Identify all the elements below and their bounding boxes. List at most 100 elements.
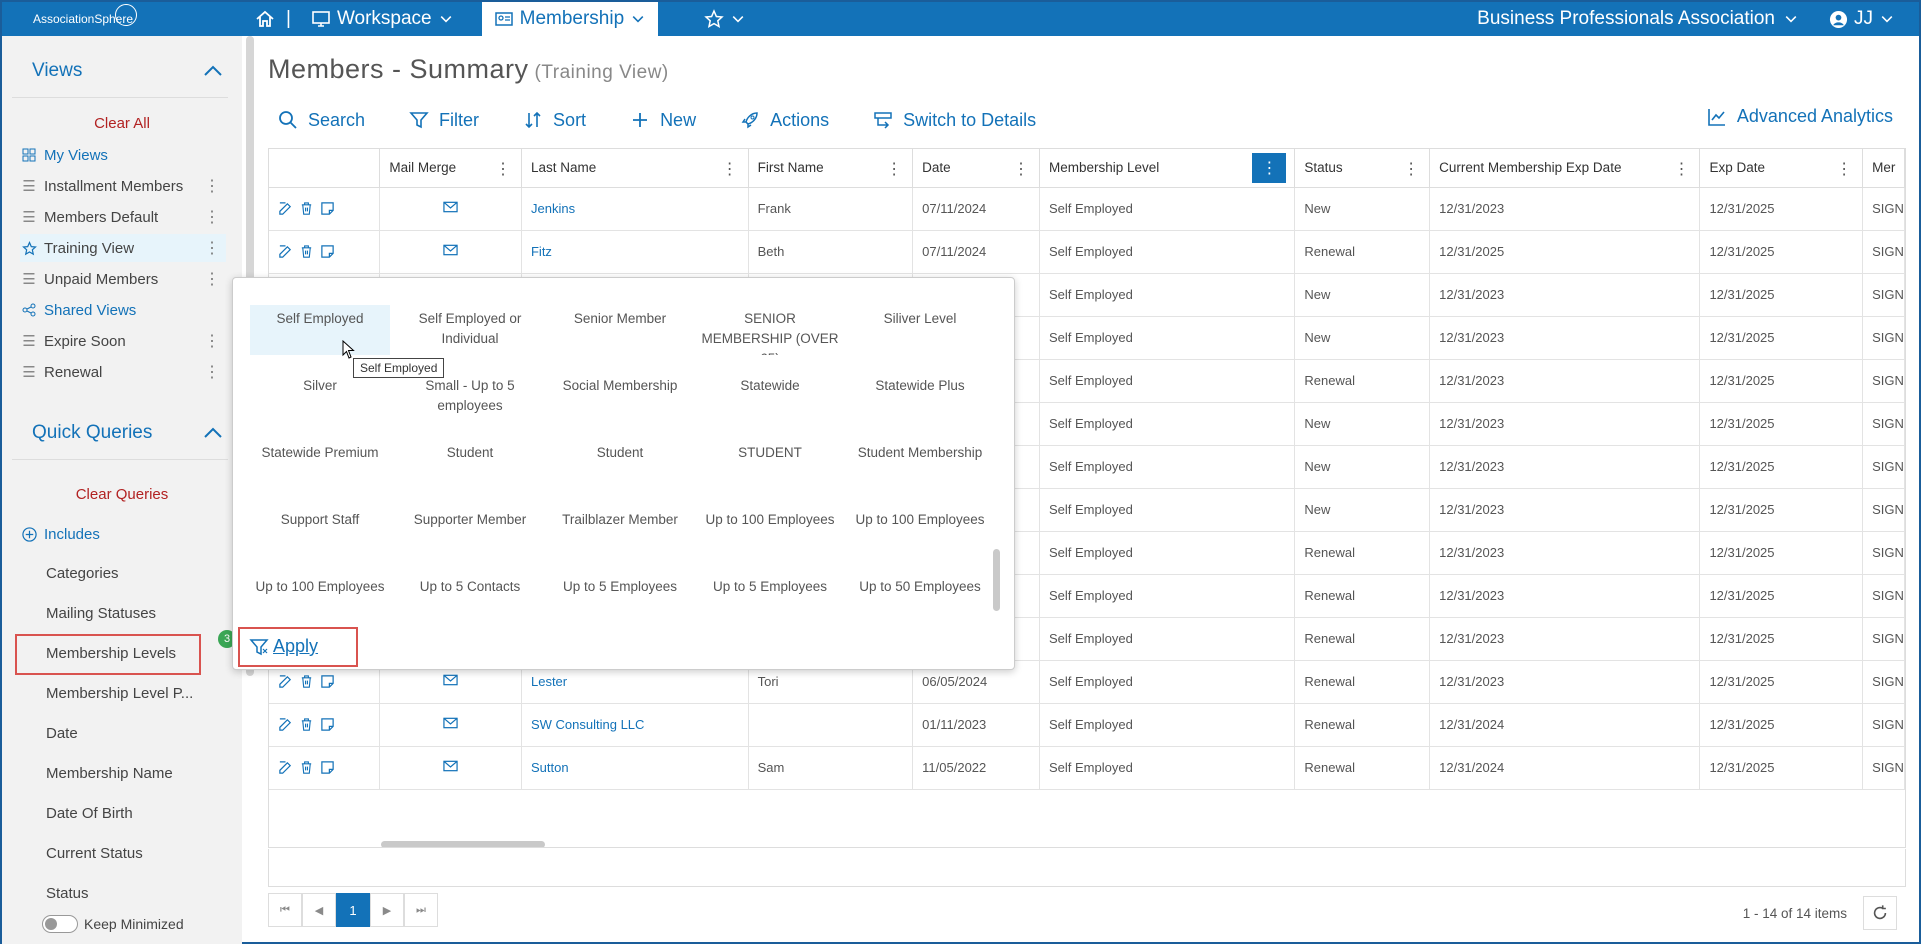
query-mailing-statuses[interactable]: Mailing Statuses: [46, 605, 156, 622]
filter-button[interactable]: Filter: [409, 110, 479, 131]
membership-level-option[interactable]: Social Membership: [550, 372, 690, 422]
membership-level-option[interactable]: Up to 100 Employees: [700, 506, 840, 556]
query-membership-level-p[interactable]: Membership Level P...: [46, 685, 193, 702]
switch-to-details-button[interactable]: Switch to Details: [873, 110, 1036, 131]
sidebar-item-members-default[interactable]: ☰ Members Default ⋮: [20, 203, 226, 231]
advanced-analytics-button[interactable]: Advanced Analytics: [1707, 106, 1893, 127]
membership-level-option[interactable]: SENIOR MEMBERSHIP (OVER 65): [700, 305, 840, 355]
nav-favorites[interactable]: [692, 2, 758, 36]
edit-icon[interactable]: [278, 760, 293, 775]
sort-button[interactable]: Sort: [523, 110, 586, 131]
kebab-menu-icon[interactable]: ⋮: [1836, 159, 1852, 179]
membership-level-option[interactable]: Up to 100 Employees: [250, 573, 390, 623]
query-membership-name[interactable]: Membership Name: [46, 765, 173, 782]
col-exp-date[interactable]: Exp Date ⋮: [1699, 149, 1864, 188]
kebab-menu-icon[interactable]: ⋮: [204, 269, 220, 289]
table-row[interactable]: Sutton Sam 11/05/2022 Self Employed Renewal 1…: [269, 746, 1905, 790]
last-page-button[interactable]: ⏭: [404, 893, 438, 927]
mail-merge-cell[interactable]: [379, 746, 522, 790]
sidebar-item-installment-members[interactable]: ☰ Installment Members ⋮: [20, 172, 226, 200]
table-row[interactable]: Fitz Beth 07/11/2024 Self Employed Renewal 12…: [269, 230, 1905, 274]
mail-merge-cell[interactable]: [379, 230, 522, 274]
membership-level-option[interactable]: Up to 5 Employees: [700, 573, 840, 623]
refresh-button[interactable]: [1863, 896, 1897, 930]
note-icon[interactable]: [320, 717, 335, 732]
membership-level-option[interactable]: Self Employed or Individual: [400, 305, 540, 355]
membership-level-option[interactable]: Senior Member: [550, 305, 690, 355]
col-mer[interactable]: Mer: [1862, 149, 1905, 188]
edit-icon[interactable]: [278, 244, 293, 259]
app-logo[interactable]: AssociationSphere: [28, 4, 138, 32]
horizontal-scrollbar[interactable]: [381, 841, 545, 847]
search-button[interactable]: Search: [278, 110, 365, 131]
query-current-status[interactable]: Current Status: [46, 845, 143, 862]
last-name-cell[interactable]: Fitz: [521, 230, 749, 274]
membership-level-option[interactable]: Silver: [250, 372, 390, 422]
col-status[interactable]: Status ⋮: [1294, 149, 1431, 188]
table-row[interactable]: SW Consulting LLC 01/11/2023 Self Employed…: [269, 703, 1905, 747]
sidebar-item-training-view[interactable]: Training View ⋮: [20, 234, 226, 262]
kebab-menu-icon[interactable]: ⋮: [495, 159, 511, 179]
actions-button[interactable]: Actions: [740, 110, 829, 131]
last-name-cell[interactable]: Sutton: [521, 746, 749, 790]
trash-icon[interactable]: [299, 717, 314, 732]
kebab-menu-icon[interactable]: ⋮: [1013, 159, 1029, 179]
kebab-menu-icon[interactable]: ⋮: [1673, 159, 1689, 179]
chevron-up-icon[interactable]: [202, 426, 224, 440]
query-date-of-birth[interactable]: Date Of Birth: [46, 805, 133, 822]
sidebar-item-unpaid-members[interactable]: ☰ Unpaid Members ⋮: [20, 265, 226, 293]
membership-level-option[interactable]: Up to 5 Employees: [550, 573, 690, 623]
membership-level-option[interactable]: STUDENT: [700, 439, 840, 489]
last-name-cell[interactable]: Jenkins: [521, 187, 749, 231]
trash-icon[interactable]: [299, 674, 314, 689]
membership-level-option[interactable]: Statewide: [700, 372, 840, 422]
note-icon[interactable]: [320, 674, 335, 689]
membership-level-option[interactable]: Student: [550, 439, 690, 489]
includes-toggle[interactable]: Includes: [20, 520, 226, 548]
note-icon[interactable]: [320, 201, 335, 216]
membership-level-option[interactable]: Trailblazer Member: [550, 506, 690, 556]
membership-level-option[interactable]: Up to 50 Employees: [850, 573, 990, 623]
last-name-cell[interactable]: SW Consulting LLC: [521, 703, 749, 747]
edit-icon[interactable]: [278, 717, 293, 732]
membership-level-option[interactable]: Statewide Plus: [850, 372, 990, 422]
edit-icon[interactable]: [278, 674, 293, 689]
kebab-menu-icon[interactable]: ⋮: [204, 207, 220, 227]
table-row[interactable]: Jenkins Frank 07/11/2024 Self Employed New 12…: [269, 187, 1905, 231]
col-first-name[interactable]: First Name ⋮: [748, 149, 914, 188]
keep-minimized-toggle[interactable]: [42, 915, 78, 933]
sidebar-item-my-views[interactable]: My Views: [20, 141, 226, 169]
nav-membership[interactable]: Membership: [481, 2, 659, 36]
kebab-menu-icon[interactable]: ⋮: [204, 238, 220, 258]
kebab-menu-icon[interactable]: ⋮: [204, 176, 220, 196]
trash-icon[interactable]: [299, 760, 314, 775]
membership-level-option[interactable]: Up to 100 Employees: [850, 506, 990, 556]
edit-icon[interactable]: [278, 201, 293, 216]
col-last-name[interactable]: Last Name ⋮: [521, 149, 749, 188]
kebab-menu-icon[interactable]: ⋮: [204, 331, 220, 351]
kebab-menu-icon[interactable]: ⋮: [722, 159, 738, 179]
col-current-membership-exp-date[interactable]: Current Membership Exp Date ⋮: [1429, 149, 1701, 188]
first-page-button[interactable]: ⏮: [268, 893, 302, 927]
kebab-menu-icon[interactable]: ⋮: [1252, 153, 1287, 183]
trash-icon[interactable]: [299, 244, 314, 259]
query-status[interactable]: Status: [46, 885, 89, 902]
page-1-button[interactable]: 1: [336, 893, 370, 927]
organization-selector[interactable]: Business Professionals Association: [1477, 2, 1799, 36]
home-icon[interactable]: [252, 6, 278, 32]
membership-level-option[interactable]: Student Membership: [850, 439, 990, 489]
nav-workspace[interactable]: Workspace: [299, 2, 466, 36]
mail-merge-cell[interactable]: [379, 187, 522, 231]
user-menu[interactable]: JJ: [1829, 2, 1895, 36]
col-membership-level[interactable]: Membership Level ⋮: [1039, 149, 1296, 188]
membership-level-option[interactable]: Up to 5 Contacts: [400, 573, 540, 623]
membership-level-option[interactable]: Student: [400, 439, 540, 489]
note-icon[interactable]: [320, 244, 335, 259]
new-button[interactable]: New: [630, 110, 696, 131]
query-categories[interactable]: Categories: [46, 565, 119, 582]
note-icon[interactable]: [320, 760, 335, 775]
clear-queries-link[interactable]: Clear Queries: [2, 486, 242, 503]
membership-level-option[interactable]: Support Staff: [250, 506, 390, 556]
mail-merge-cell[interactable]: [379, 703, 522, 747]
kebab-menu-icon[interactable]: ⋮: [886, 159, 902, 179]
